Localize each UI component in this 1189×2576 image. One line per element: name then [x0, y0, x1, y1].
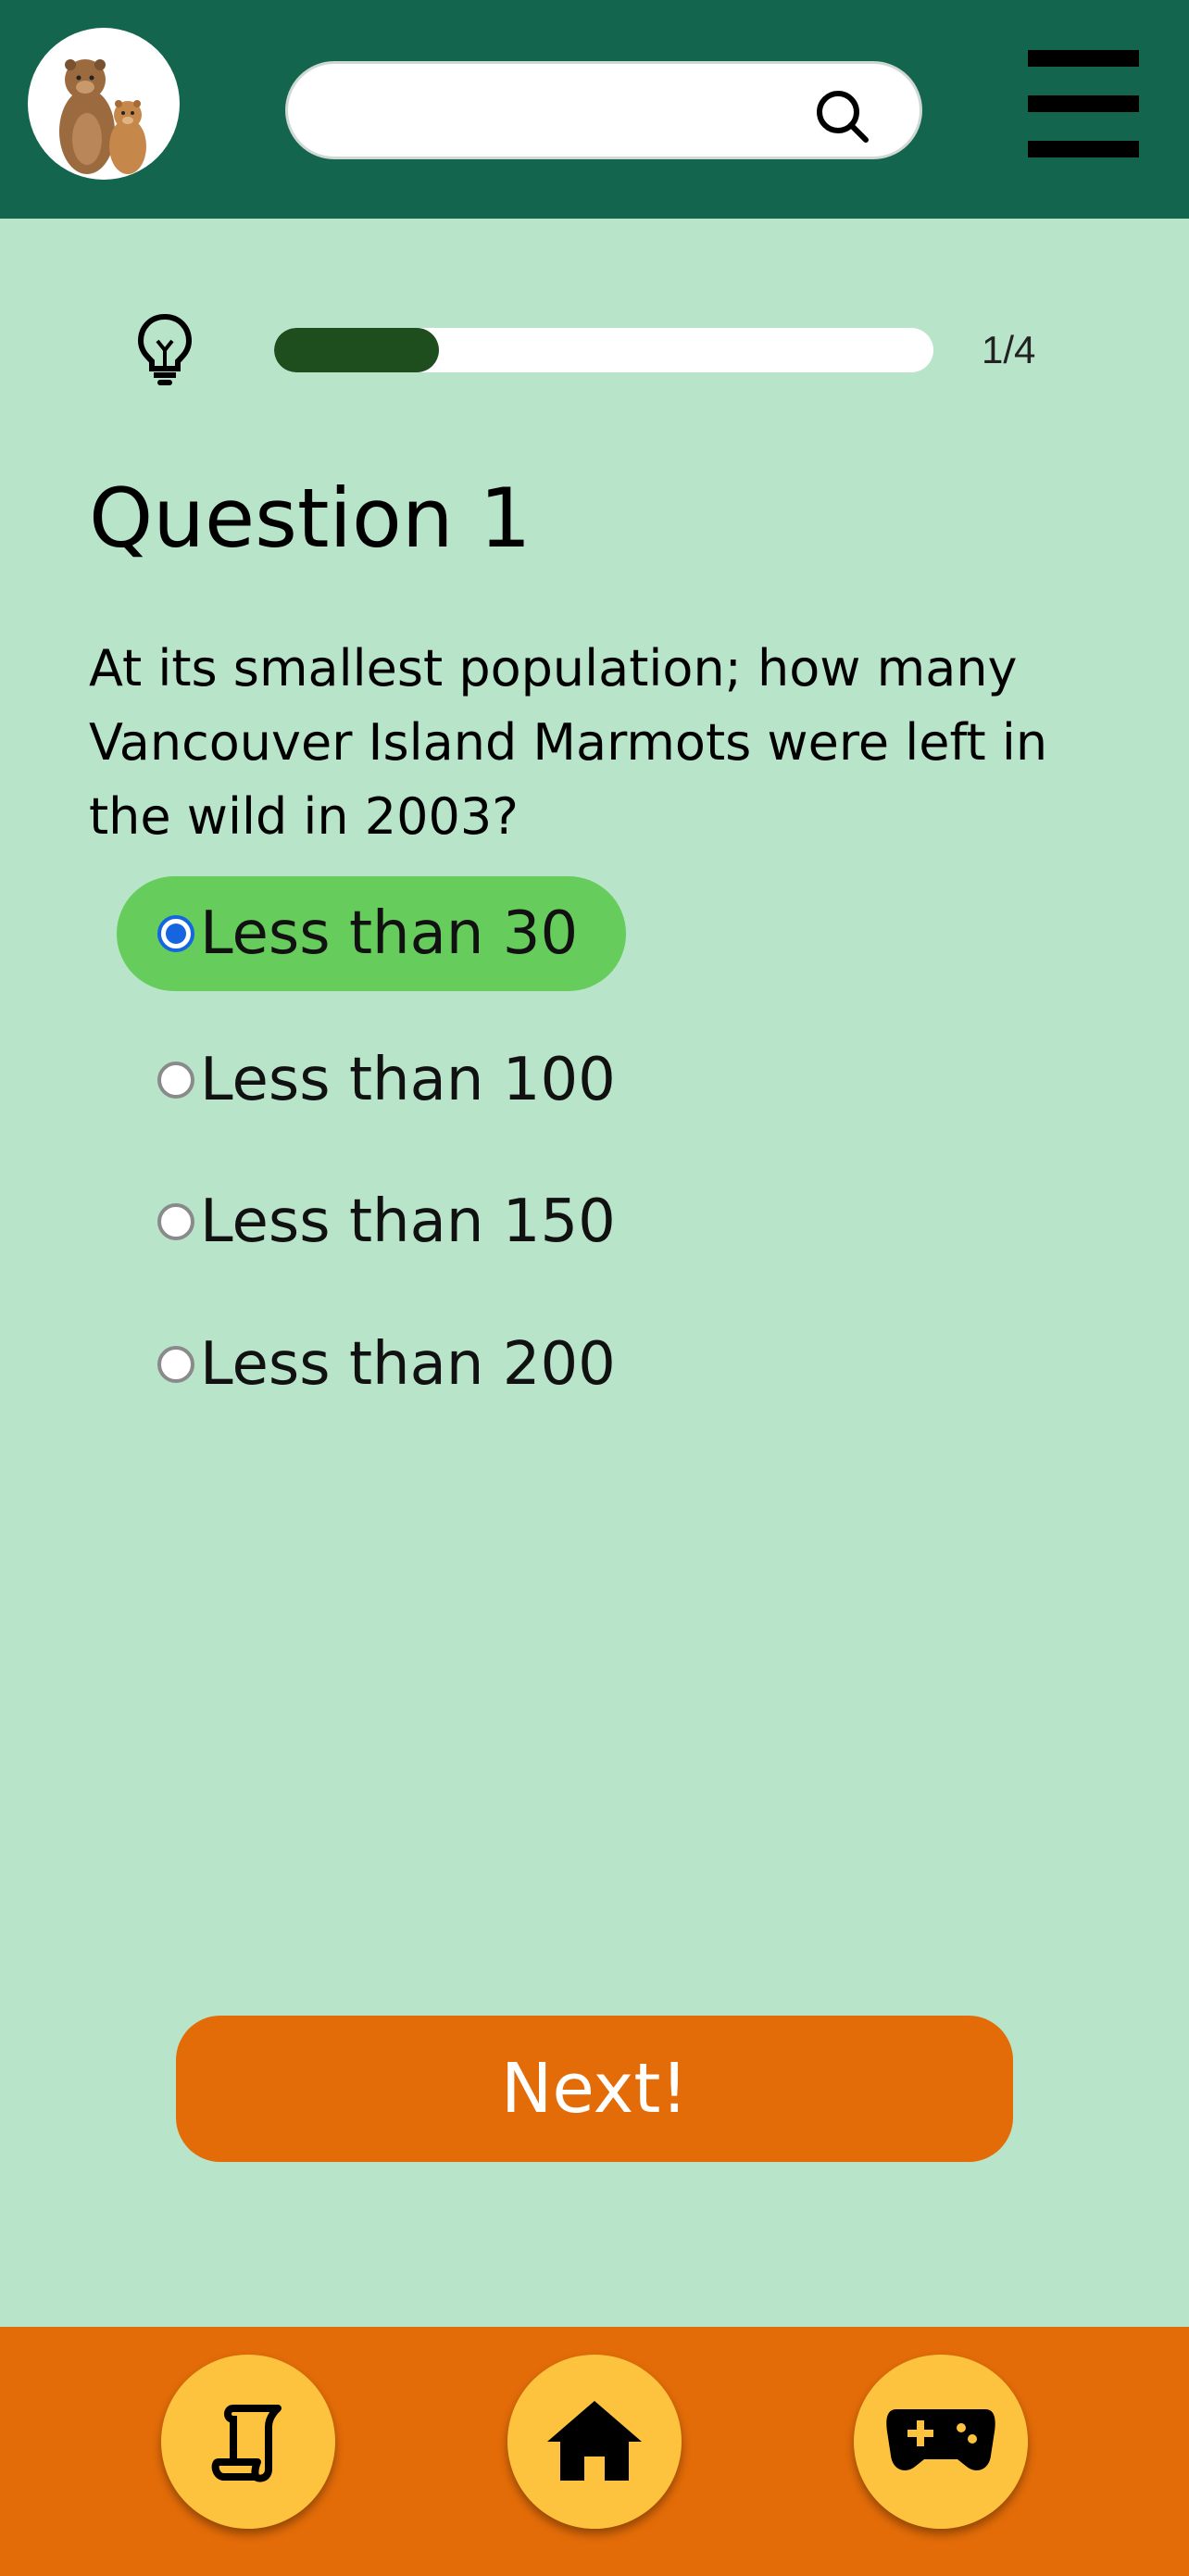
top-header	[0, 0, 1189, 219]
answer-option[interactable]: Less than 200	[117, 1307, 664, 1422]
answer-option-label: Less than 200	[200, 1330, 616, 1399]
gamepad-icon	[886, 2409, 995, 2470]
radio-button[interactable]	[157, 1062, 194, 1099]
lightbulb-icon[interactable]	[135, 313, 194, 387]
search-input[interactable]	[325, 82, 810, 140]
quiz-progress-bar	[274, 328, 933, 372]
quiz-progress-fill	[274, 328, 439, 372]
home-icon	[547, 2401, 642, 2481]
scroll-icon	[211, 2405, 282, 2482]
answer-option-label: Less than 30	[200, 899, 579, 968]
answer-option[interactable]: Less than 100	[117, 1023, 664, 1137]
question-text: At its smallest population; how many Van…	[89, 639, 1048, 846]
search-bar[interactable]	[285, 61, 922, 159]
bottom-nav-bar	[0, 2327, 1189, 2576]
answer-option-label: Less than 150	[200, 1187, 616, 1256]
marmot-logo-icon[interactable]	[28, 28, 180, 180]
answer-option-label: Less than 100	[200, 1046, 616, 1114]
radio-button[interactable]	[157, 1346, 194, 1383]
answer-option[interactable]: Less than 30	[117, 876, 627, 991]
radio-button[interactable]	[157, 915, 194, 952]
progress-counter: 1/4	[982, 328, 1036, 371]
radio-button[interactable]	[157, 1203, 194, 1240]
answer-option[interactable]: Less than 150	[117, 1164, 664, 1279]
nav-learn-button[interactable]	[161, 2355, 335, 2529]
next-button[interactable]: Next!	[176, 2016, 1013, 2162]
nav-home-button[interactable]	[507, 2355, 682, 2529]
nav-games-button[interactable]	[854, 2355, 1028, 2529]
question-title: Question 1	[89, 471, 532, 566]
search-icon[interactable]	[812, 86, 871, 145]
hamburger-menu-icon[interactable]	[1028, 50, 1139, 157]
